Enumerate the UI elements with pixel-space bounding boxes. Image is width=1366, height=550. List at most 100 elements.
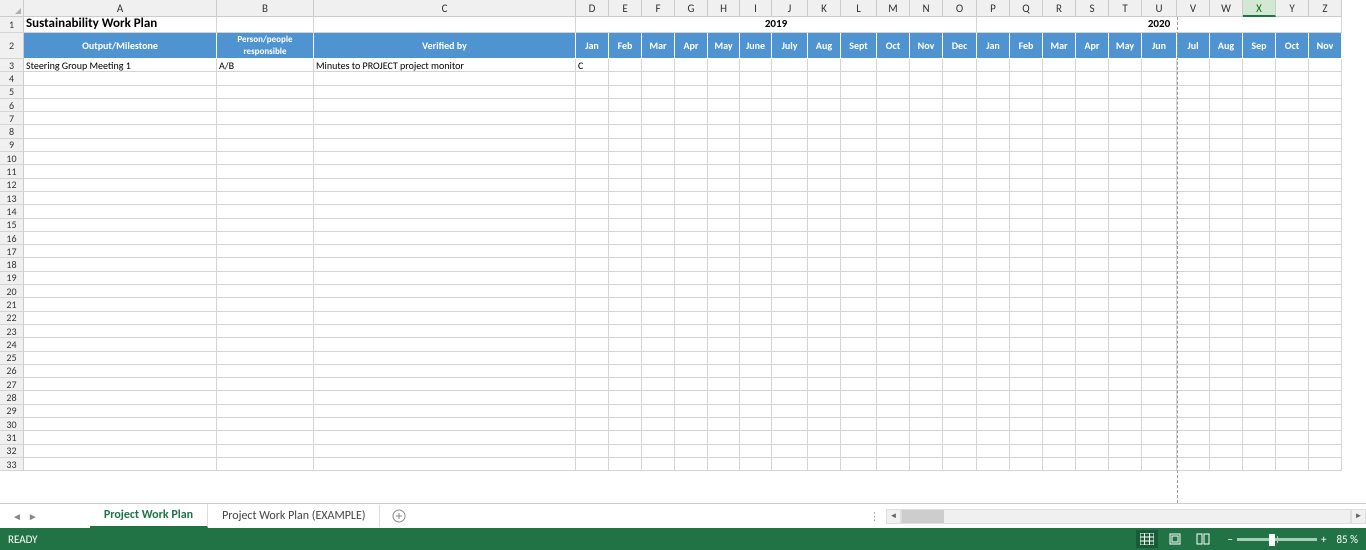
header-month-6[interactable]: July [772, 33, 808, 59]
cell-Z12[interactable] [1309, 179, 1342, 192]
cell-M11[interactable] [877, 165, 910, 178]
cell-Z11[interactable] [1309, 165, 1342, 178]
cell-G7[interactable] [675, 112, 708, 125]
cell-V32[interactable] [1177, 445, 1210, 458]
cell-M10[interactable] [877, 152, 910, 165]
cell-B4[interactable] [217, 72, 314, 85]
cell-G8[interactable] [675, 125, 708, 138]
cell-E16[interactable] [609, 232, 642, 245]
cell-O28[interactable] [943, 391, 977, 404]
cell-Z19[interactable] [1309, 272, 1342, 285]
add-sheet-button[interactable] [388, 505, 410, 527]
cell-V28[interactable] [1177, 391, 1210, 404]
cell-C5[interactable] [314, 86, 576, 99]
cell-Z6[interactable] [1309, 99, 1342, 112]
header-month-10[interactable]: Nov [910, 33, 943, 59]
header-person-responsible[interactable]: Person/people responsible [217, 33, 314, 59]
cell-P4[interactable] [977, 72, 1010, 85]
cell-F7[interactable] [642, 112, 675, 125]
cell-O7[interactable] [943, 112, 977, 125]
row-header-14[interactable]: 14 [0, 205, 24, 218]
column-header-X[interactable]: X [1243, 0, 1276, 17]
row-header-10[interactable]: 10 [0, 152, 24, 165]
cell-H13[interactable] [708, 192, 740, 205]
cell-E24[interactable] [609, 338, 642, 351]
cell-S13[interactable] [1076, 192, 1109, 205]
row-header-29[interactable]: 29 [0, 405, 24, 418]
row-header-15[interactable]: 15 [0, 219, 24, 232]
cell-P26[interactable] [977, 365, 1010, 378]
cell-F22[interactable] [642, 312, 675, 325]
cell-J7[interactable] [772, 112, 808, 125]
cell-E18[interactable] [609, 258, 642, 271]
cell-T14[interactable] [1109, 205, 1142, 218]
cell-Z29[interactable] [1309, 405, 1342, 418]
cell-J25[interactable] [772, 352, 808, 365]
cell-G17[interactable] [675, 245, 708, 258]
cell-D20[interactable] [576, 285, 609, 298]
cell-V25[interactable] [1177, 352, 1210, 365]
cell-F16[interactable] [642, 232, 675, 245]
cell-D4[interactable] [576, 72, 609, 85]
cell-E27[interactable] [609, 378, 642, 391]
cell-G26[interactable] [675, 365, 708, 378]
cell-P17[interactable] [977, 245, 1010, 258]
cell-A14[interactable] [24, 205, 217, 218]
cell-R5[interactable] [1043, 86, 1076, 99]
cell-P10[interactable] [977, 152, 1010, 165]
cell-B31[interactable] [217, 431, 314, 444]
cell-A11[interactable] [24, 165, 217, 178]
cell[interactable] [1076, 59, 1109, 72]
cell-P9[interactable] [977, 139, 1010, 152]
cell-T21[interactable] [1109, 298, 1142, 311]
cell-S6[interactable] [1076, 99, 1109, 112]
scroll-right-arrow-icon[interactable]: ► [1351, 509, 1366, 524]
column-header-Y[interactable]: Y [1276, 0, 1309, 17]
cell-P8[interactable] [977, 125, 1010, 138]
cell-W23[interactable] [1210, 325, 1243, 338]
cell[interactable] [1177, 59, 1210, 72]
zoom-out-button[interactable]: − [1228, 533, 1233, 546]
cell-T22[interactable] [1109, 312, 1142, 325]
row-header-4[interactable]: 4 [0, 72, 24, 85]
cell-W4[interactable] [1210, 72, 1243, 85]
cell-M18[interactable] [877, 258, 910, 271]
cell-Y11[interactable] [1276, 165, 1309, 178]
cell-E21[interactable] [609, 298, 642, 311]
header-month-17[interactable]: Jun [1142, 33, 1177, 59]
cell-J16[interactable] [772, 232, 808, 245]
cell-F20[interactable] [642, 285, 675, 298]
cell-R31[interactable] [1043, 431, 1076, 444]
cell-U9[interactable] [1142, 139, 1177, 152]
cell-R12[interactable] [1043, 179, 1076, 192]
cell-L21[interactable] [841, 298, 877, 311]
cell-F12[interactable] [642, 179, 675, 192]
cell-P21[interactable] [977, 298, 1010, 311]
cell-U28[interactable] [1142, 391, 1177, 404]
cell-I6[interactable] [740, 99, 772, 112]
cell-E32[interactable] [609, 445, 642, 458]
cell-J15[interactable] [772, 219, 808, 232]
cell-S20[interactable] [1076, 285, 1109, 298]
cell-T30[interactable] [1109, 418, 1142, 431]
cell-N7[interactable] [910, 112, 943, 125]
cell-M20[interactable] [877, 285, 910, 298]
column-header-F[interactable]: F [642, 0, 675, 17]
cell-M7[interactable] [877, 112, 910, 125]
cell-K7[interactable] [808, 112, 841, 125]
cell[interactable] [1243, 59, 1276, 72]
cell-A22[interactable] [24, 312, 217, 325]
cell-N26[interactable] [910, 365, 943, 378]
cell-J31[interactable] [772, 431, 808, 444]
cell-T18[interactable] [1109, 258, 1142, 271]
cell-I24[interactable] [740, 338, 772, 351]
cell-H29[interactable] [708, 405, 740, 418]
cell-W29[interactable] [1210, 405, 1243, 418]
cell-A30[interactable] [24, 418, 217, 431]
row-header-23[interactable]: 23 [0, 325, 24, 338]
cell-G22[interactable] [675, 312, 708, 325]
cell-Z15[interactable] [1309, 219, 1342, 232]
cell-B30[interactable] [217, 418, 314, 431]
cell-W22[interactable] [1210, 312, 1243, 325]
cell-Q5[interactable] [1010, 86, 1043, 99]
